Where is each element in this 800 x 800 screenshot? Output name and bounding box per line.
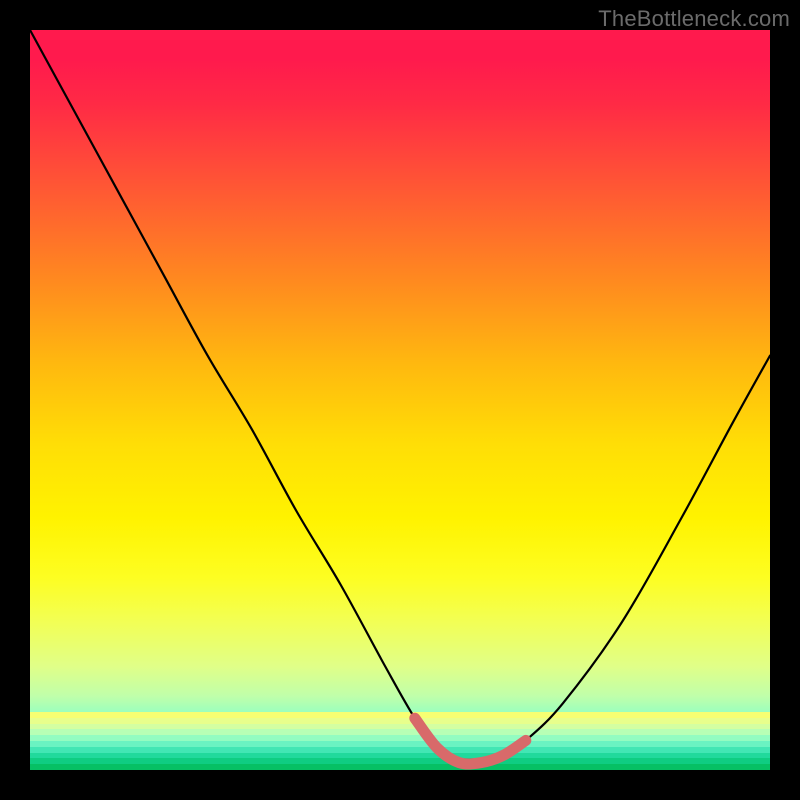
watermark-text: TheBottleneck.com: [598, 6, 790, 32]
curve-svg: [30, 30, 770, 770]
bottleneck-curve: [30, 30, 770, 764]
chart-frame: TheBottleneck.com: [0, 0, 800, 800]
plot-area: [30, 30, 770, 770]
highlight-segment: [415, 718, 526, 764]
